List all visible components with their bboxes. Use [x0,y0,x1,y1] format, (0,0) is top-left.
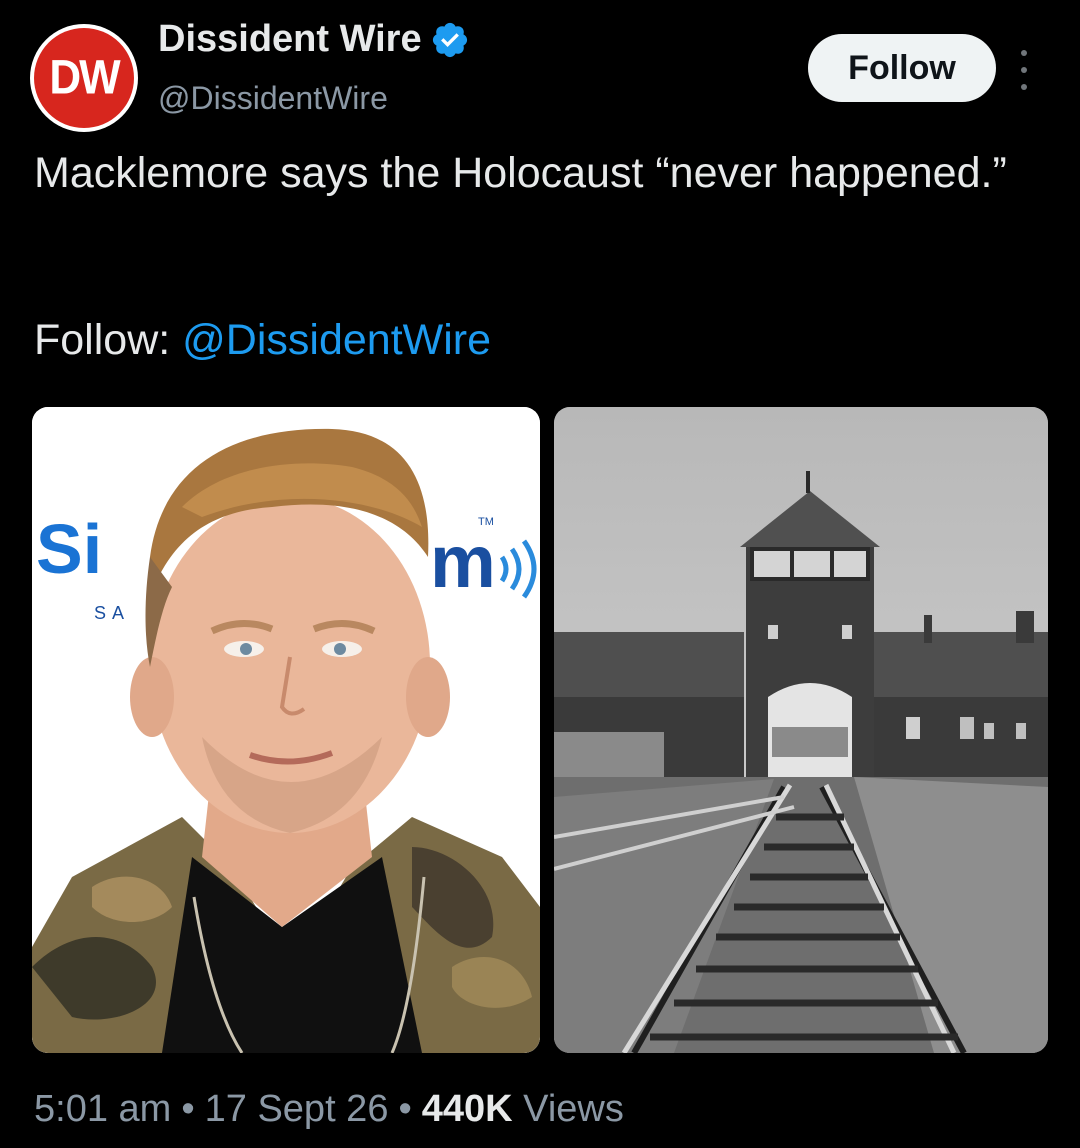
author-handle[interactable]: @DissidentWire [158,80,388,117]
backdrop-logo-text: Si [36,510,102,588]
separator-dot: • [398,1088,412,1130]
backdrop-logo-sub: SA [94,603,130,623]
post-follow-line: Follow: @DissidentWire [34,313,491,367]
views-label-spacer [513,1088,524,1131]
mention-link[interactable]: @DissidentWire [182,316,491,364]
follow-prefix: Follow: [34,316,183,364]
more-vertical-icon[interactable] [1018,50,1030,90]
author-name-row[interactable]: Dissident Wire [158,18,470,61]
media-image-railway-gate[interactable] [554,407,1048,1053]
views-count[interactable]: 440K [422,1088,513,1131]
post-time[interactable]: 5:01 am [34,1088,171,1131]
avatar-logo-text: DW [49,50,120,105]
follow-button[interactable]: Follow [808,34,996,102]
views-label[interactable]: Views [523,1088,624,1131]
author-avatar[interactable]: DW [30,24,138,132]
post-container: DW Dissident Wire @DissidentWire Follow … [0,0,1080,1148]
author-display-name[interactable]: Dissident Wire [158,18,422,61]
post-text: Macklemore says the Holocaust “never hap… [34,149,1007,197]
post-date[interactable]: 17 Sept 26 [205,1088,389,1131]
separator-dot: • [181,1088,195,1130]
media-image-portrait[interactable]: Si m TM SA [32,407,540,1053]
post-metadata: 5:01 am • 17 Sept 26 • 440K Views [34,1088,624,1131]
avatar-logo: DW [34,28,134,128]
backdrop-logo-tm: TM [478,516,494,528]
verified-badge-icon [432,22,467,57]
media-grid: Si m TM SA [32,407,1048,1053]
backdrop-logo-text-2: m [430,520,496,603]
